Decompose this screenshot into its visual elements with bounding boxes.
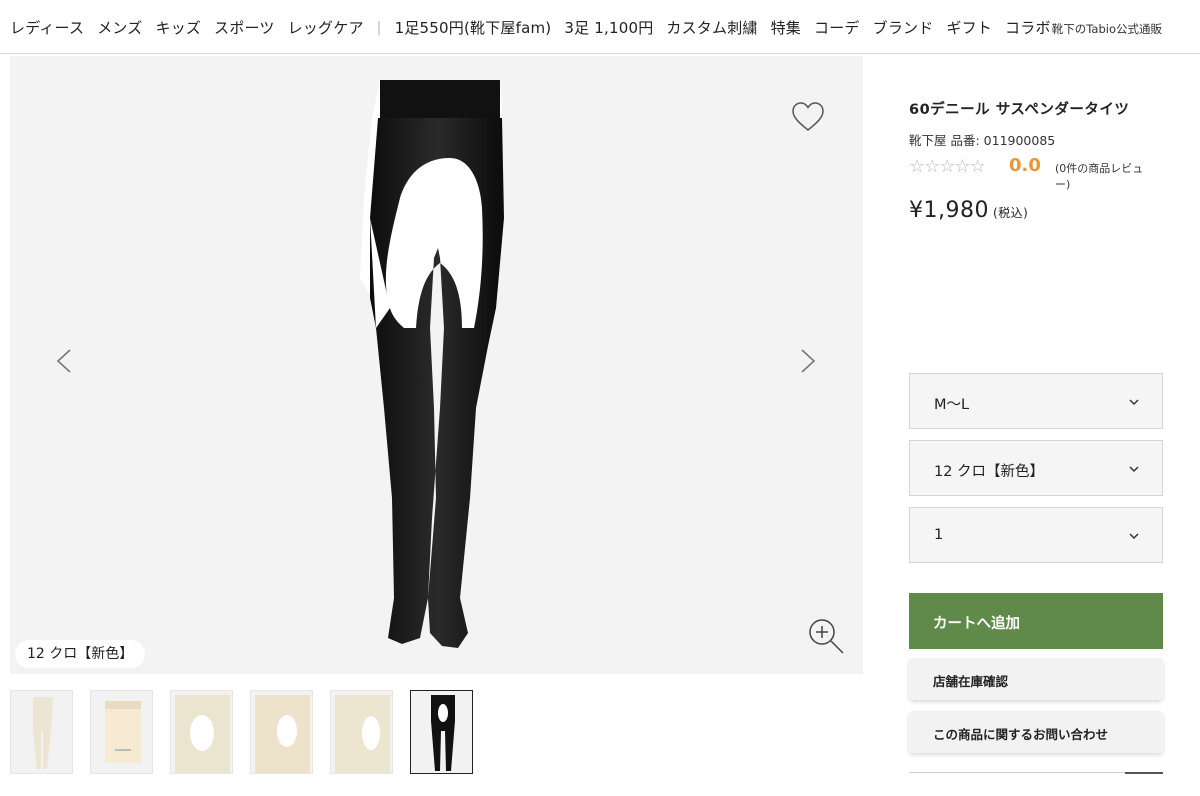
star-rating-icon: ☆☆☆☆☆: [909, 156, 986, 177]
nav-item-fam[interactable]: 1足550円(靴下屋fam): [395, 17, 552, 38]
chevron-left-icon[interactable]: [50, 346, 80, 376]
store-stock-button[interactable]: 店舗在庫確認: [909, 658, 1163, 700]
top-navigation: レディース メンズ キッズ スポーツ レッグケア | 1足550円(靴下屋fam…: [0, 0, 1200, 54]
heart-icon[interactable]: [790, 100, 826, 136]
product-photo: [360, 80, 504, 648]
size-select[interactable]: M〜L: [909, 373, 1163, 429]
nav-item-features[interactable]: 特集: [771, 17, 801, 38]
brand-and-sku: 靴下屋 品番: 011900085: [909, 133, 1056, 148]
add-to-cart-label: カートへ追加: [933, 616, 1020, 632]
thumbnail-5[interactable]: [330, 690, 393, 774]
rating-score: 0.0: [1009, 155, 1041, 176]
nav-item-sports[interactable]: スポーツ: [214, 17, 275, 38]
store-stock-label: 店舗在庫確認: [933, 674, 1009, 689]
thumbnail-2[interactable]: [90, 690, 153, 774]
review-count-link[interactable]: (0件の商品レビュー): [1055, 161, 1155, 193]
nav-separator: |: [376, 19, 382, 36]
nav-item-3pairs[interactable]: 3足 1,100円: [564, 17, 653, 38]
official-store-link[interactable]: 靴下のTabio公式通販: [1052, 21, 1162, 37]
nav-item-ladies[interactable]: レディース: [10, 17, 84, 38]
nav-item-embroidery[interactable]: カスタム刺繍: [666, 17, 757, 38]
color-select[interactable]: 12 クロ【新色】: [909, 440, 1163, 496]
product-inquiry-button[interactable]: この商品に関するお問い合わせ: [909, 711, 1163, 753]
nav-item-gift[interactable]: ギフト: [946, 17, 992, 38]
chevron-down-icon: [1129, 399, 1139, 406]
price: ¥1,980 (税込): [909, 198, 1028, 223]
chevron-down-icon: [1129, 533, 1139, 540]
color-label-badge: 12 クロ【新色】: [15, 640, 146, 668]
add-to-cart-button[interactable]: カートへ追加: [909, 593, 1163, 649]
quantity-select[interactable]: 1: [909, 507, 1163, 563]
color-select-value: 12 クロ【新色】: [934, 464, 1045, 480]
chevron-down-icon: [1129, 466, 1139, 473]
product-inquiry-label: この商品に関するお問い合わせ: [933, 727, 1109, 742]
nav-item-legcare[interactable]: レッグケア: [288, 17, 364, 38]
category-nav: レディース メンズ キッズ スポーツ レッグケア | 1足550円(靴下屋fam…: [10, 17, 1051, 38]
thumbnail-1[interactable]: [10, 690, 73, 774]
product-title: 60デニール サスペンダータイツ: [909, 102, 1130, 118]
tax-note: (税込): [992, 206, 1029, 220]
thumbnail-strip: [10, 690, 473, 774]
quantity-select-value: 1: [934, 527, 944, 543]
thumbnail-3[interactable]: [170, 690, 233, 774]
thumbnail-4[interactable]: [250, 690, 313, 774]
size-select-value: M〜L: [934, 397, 970, 413]
chevron-right-icon[interactable]: [792, 346, 822, 376]
nav-item-mens[interactable]: メンズ: [97, 17, 142, 38]
nav-item-kids[interactable]: キッズ: [156, 17, 202, 38]
price-value: ¥1,980: [909, 198, 989, 223]
nav-item-brand[interactable]: ブランド: [873, 17, 934, 38]
nav-item-collab[interactable]: コラボ: [1005, 17, 1051, 38]
zoom-in-icon[interactable]: [806, 616, 846, 656]
thumbnail-6-selected[interactable]: [410, 690, 473, 774]
nav-item-coordinate[interactable]: コーデ: [814, 17, 860, 38]
divider-accent: [1125, 772, 1163, 774]
main-product-image: 12 クロ【新色】: [10, 56, 863, 674]
